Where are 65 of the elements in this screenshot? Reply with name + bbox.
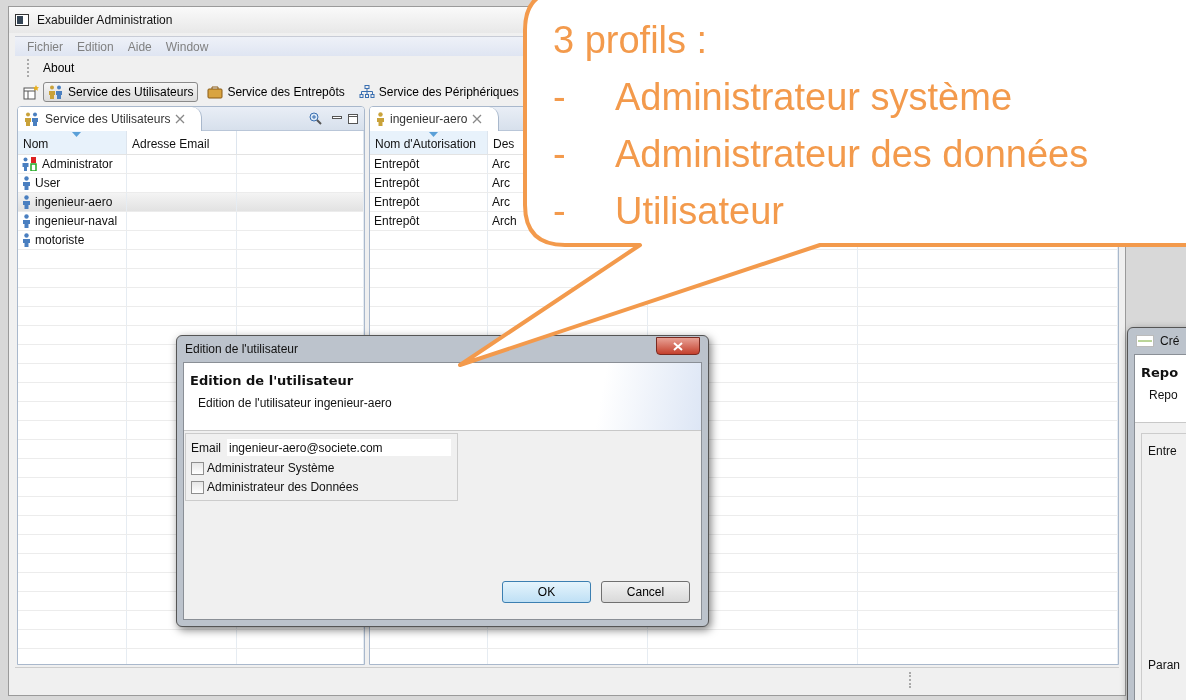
callout-title: 3 profils : xyxy=(553,18,709,63)
callout-item: Administrateur des données xyxy=(615,132,1089,177)
close-icon xyxy=(673,341,683,351)
person-icon xyxy=(22,195,31,209)
close-icon[interactable] xyxy=(175,113,186,124)
dialog-subtitle: Repo xyxy=(1148,388,1179,402)
close-icon[interactable] xyxy=(472,113,483,124)
callout-item: Administrateur système xyxy=(615,75,1012,120)
maximize-icon[interactable] xyxy=(348,113,358,124)
admin-users-icon xyxy=(22,157,38,171)
bullet-marker: - xyxy=(553,75,567,120)
table-cell: Entrepôt xyxy=(370,155,488,173)
dialog-heading: Edition de l'utilisateur xyxy=(190,373,355,388)
user-icon xyxy=(376,111,385,126)
perspective-button[interactable]: Service des Périphériques xyxy=(353,82,524,102)
zoom-in-icon[interactable] xyxy=(309,112,322,125)
person-icon xyxy=(22,176,31,190)
open-perspective-icon[interactable] xyxy=(23,84,39,100)
person-icon xyxy=(22,233,31,247)
dialog-subtitle: Edition de l'utilisateur ingenieur-aero xyxy=(197,396,393,410)
user-name: motoriste xyxy=(35,233,85,247)
dialog-heading: Repo xyxy=(1141,365,1180,380)
table-cell: Entrepôt xyxy=(370,193,488,211)
perspective-button[interactable]: Service des Entrepôts xyxy=(202,82,350,102)
users-icon xyxy=(24,111,40,126)
column-header[interactable]: Nom xyxy=(18,131,127,154)
user-name: ingenieur-aero xyxy=(35,195,113,209)
table-cell: Entrepôt xyxy=(370,212,488,230)
cancel-button[interactable]: Cancel xyxy=(601,581,690,603)
person-icon xyxy=(22,214,31,228)
checkbox[interactable] xyxy=(191,480,204,494)
callout-item: Utilisateur xyxy=(615,189,784,234)
perspective-button[interactable]: Service des Utilisateurs xyxy=(43,82,199,102)
email-field[interactable]: ingenieur-aero@societe.com xyxy=(227,439,451,456)
checkbox-label: Administrateur des Données xyxy=(207,480,359,494)
bullet-marker: - xyxy=(553,189,567,234)
app-icon xyxy=(15,14,29,26)
user-row[interactable]: ingenieur-naval xyxy=(18,212,364,231)
user-name: ingenieur-naval xyxy=(35,214,118,228)
view-tab[interactable]: ingenieur-aero xyxy=(370,107,500,131)
about-button[interactable]: About xyxy=(39,61,79,75)
field-label: Paran xyxy=(1148,658,1182,672)
user-row[interactable]: User xyxy=(18,174,364,193)
checkbox-label: Administrateur Système xyxy=(207,461,335,475)
window-title: Exabuilder Administration xyxy=(37,13,173,27)
field-label: Entre xyxy=(1148,444,1178,458)
bullet-marker: - xyxy=(553,132,567,177)
column-header[interactable]: Nom d'Autorisation xyxy=(370,131,488,154)
user-row[interactable]: motoriste xyxy=(18,231,364,250)
network-icon xyxy=(358,85,375,99)
ok-button[interactable]: OK xyxy=(502,581,591,603)
user-row[interactable]: Administrator xyxy=(18,155,364,174)
checkbox[interactable] xyxy=(191,461,204,475)
table-cell: Entrepôt xyxy=(370,174,488,192)
user-name: User xyxy=(35,176,61,190)
briefcase-icon xyxy=(207,85,224,99)
user-name: Administrator xyxy=(42,157,113,171)
dialog-title: Edition de l'utilisateur xyxy=(185,342,299,356)
users-icon xyxy=(48,85,64,99)
email-label: Email xyxy=(191,440,221,455)
dialog-title: Cré xyxy=(1160,334,1180,348)
user-row[interactable]: ingenieur-aero xyxy=(18,193,364,212)
view-tab[interactable]: Service des Utilisateurs xyxy=(18,107,203,131)
close-button[interactable] xyxy=(656,337,700,355)
app-icon xyxy=(1136,335,1154,347)
